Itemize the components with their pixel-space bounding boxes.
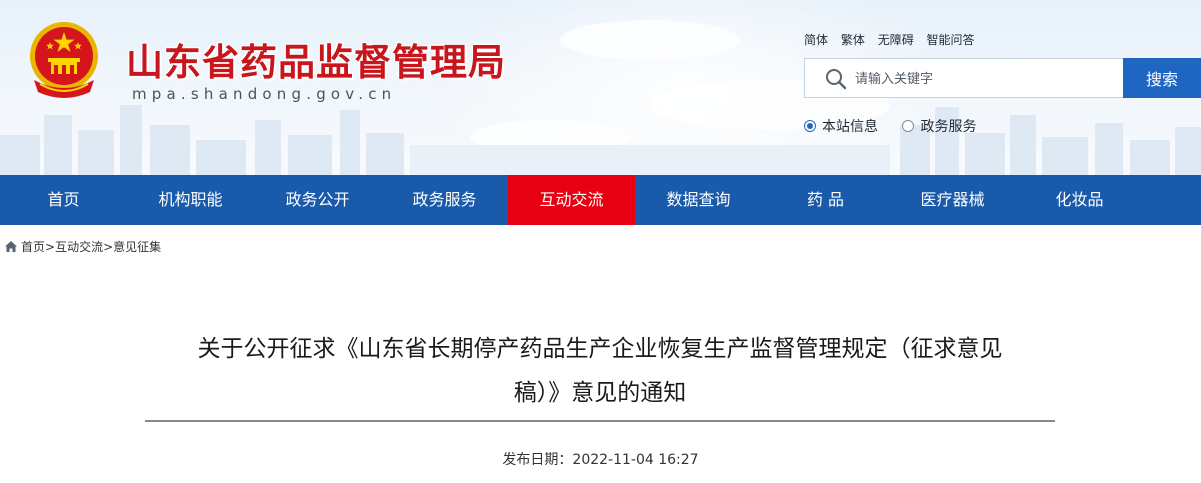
nav-home[interactable]: 首页: [0, 175, 127, 225]
radio-selected-icon[interactable]: [804, 120, 816, 132]
scope-gov-service[interactable]: 政务服务: [902, 116, 976, 136]
nav-medical-devices[interactable]: 医疗器械: [889, 175, 1016, 225]
link-accessibility[interactable]: 无障碍: [878, 33, 914, 47]
search-box: [804, 58, 1123, 98]
site-title: 山东省药品监督管理局: [126, 41, 506, 84]
nav-cosmetics[interactable]: 化妆品: [1016, 175, 1143, 225]
link-traditional[interactable]: 繁体: [841, 33, 865, 47]
link-simplified[interactable]: 简体: [804, 33, 828, 47]
site-domain: mpa.shandong.gov.cn: [132, 85, 397, 103]
publish-date: 发布日期：2022-11-04 16:27: [502, 452, 699, 468]
search-scope: 本站信息 政务服务: [804, 116, 996, 136]
breadcrumb-interaction[interactable]: 互动交流: [55, 238, 103, 255]
search-input[interactable]: [855, 67, 1115, 91]
top-links: 简体 繁体 无障碍 智能问答: [804, 31, 984, 48]
site-header: 山东省药品监督管理局 mpa.shandong.gov.cn 简体 繁体 无障碍…: [0, 0, 1201, 175]
cloud: [560, 20, 740, 60]
main-nav: 首页 机构职能 政务公开 政务服务 互动交流 数据查询 药 品 医疗器械 化妆品: [0, 175, 1201, 225]
search-icon: [826, 69, 847, 90]
breadcrumb-separator: >: [103, 239, 114, 254]
scope-gov-service-label: 政务服务: [920, 119, 977, 135]
breadcrumb-home[interactable]: 首页: [21, 238, 45, 255]
home-icon: [5, 241, 17, 252]
article-title: 关于公开征求《山东省长期停产药品生产企业恢复生产监督管理规定（征求意见 稿）》意…: [145, 327, 1055, 415]
nav-interaction[interactable]: 互动交流: [508, 175, 635, 225]
nav-data-query[interactable]: 数据查询: [635, 175, 762, 225]
search-button[interactable]: 搜索: [1123, 58, 1201, 98]
nav-gov-affairs[interactable]: 政务公开: [254, 175, 381, 225]
title-divider: [145, 420, 1055, 422]
nav-gov-service[interactable]: 政务服务: [381, 175, 508, 225]
nav-functions[interactable]: 机构职能: [127, 175, 254, 225]
article-title-line-1: 关于公开征求《山东省长期停产药品生产企业恢复生产监督管理规定（征求意见: [197, 336, 1003, 362]
link-smart-qa[interactable]: 智能问答: [927, 33, 975, 47]
national-emblem-icon: [30, 22, 98, 98]
breadcrumb: 首页 > 互动交流 > 意见征集: [4, 238, 161, 255]
nav-drugs[interactable]: 药 品: [762, 175, 889, 225]
scope-site-info[interactable]: 本站信息: [804, 116, 878, 136]
radio-unselected-icon[interactable]: [902, 120, 915, 132]
breadcrumb-separator: >: [45, 239, 56, 254]
breadcrumb-opinion[interactable]: 意见征集: [113, 238, 161, 255]
scope-site-info-label: 本站信息: [822, 119, 878, 135]
article-title-line-2: 稿）》意见的通知: [513, 380, 687, 406]
